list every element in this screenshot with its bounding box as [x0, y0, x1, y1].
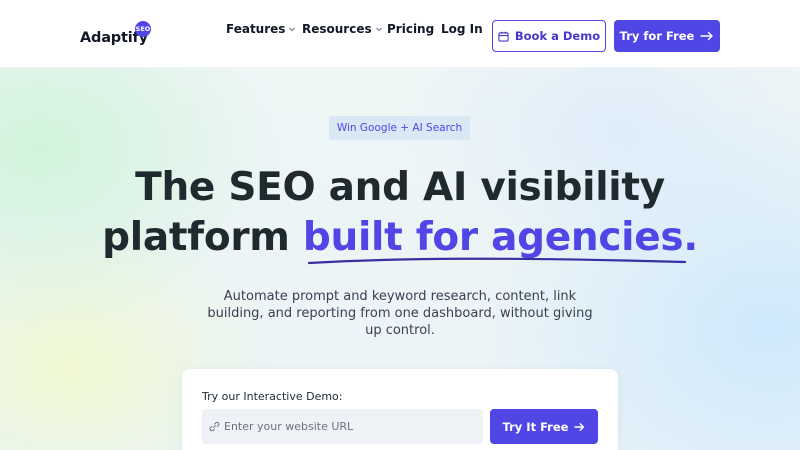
try-it-free-label: Try It Free [502, 419, 569, 434]
hero-section: Win Google + AI Search The SEO and AI vi… [0, 68, 800, 450]
link-icon [209, 421, 220, 432]
website-url-field[interactable] [202, 409, 483, 444]
chevron-down-icon [375, 27, 382, 32]
try-for-free-label: Try for Free [619, 29, 695, 43]
nav-pricing[interactable]: Pricing [387, 22, 434, 36]
hero-headline-plain: platform [102, 215, 303, 260]
hero-subtext-line: up control. [365, 323, 435, 338]
demo-card-label: Try our Interactive Demo: [202, 390, 343, 403]
website-url-input[interactable] [224, 420, 474, 433]
hero-subtext-line: building, and reporting from one dashboa… [207, 306, 593, 321]
nav-pricing-label: Pricing [387, 22, 435, 36]
hero-headline-line2: platform built for agencies. [0, 218, 800, 257]
nav-features-label: Features [226, 22, 286, 36]
hero-subtext-line: Automate prompt and keyword research, co… [223, 289, 577, 304]
arrow-right-icon [574, 422, 585, 431]
site-header: Adaptify SEO Features Resources Pricing … [0, 0, 800, 68]
book-demo-button[interactable]: Book a Demo [492, 20, 606, 52]
hero-subtext: Automate prompt and keyword research, co… [200, 288, 600, 339]
interactive-demo-card: Try our Interactive Demo: Try It Free [182, 369, 618, 450]
book-demo-label: Book a Demo [514, 29, 601, 43]
nav-login[interactable]: Log In [441, 22, 483, 36]
nav-features[interactable]: Features [226, 22, 296, 36]
hero-headline-line1: The SEO and AI visibility [135, 165, 665, 210]
try-it-free-button[interactable]: Try It Free [490, 409, 598, 444]
chevron-down-icon [289, 27, 296, 32]
try-for-free-button[interactable]: Try for Free [614, 20, 720, 52]
logo-badge: SEO [135, 21, 151, 37]
calendar-icon [498, 31, 509, 42]
headline-underline-decoration [307, 257, 687, 265]
nav-resources-label: Resources [302, 22, 372, 36]
hero-pill-badge: Win Google + AI Search [329, 116, 470, 140]
nav-resources[interactable]: Resources [302, 22, 383, 36]
arrow-right-icon [700, 31, 714, 41]
nav-login-label: Log In [441, 22, 483, 36]
